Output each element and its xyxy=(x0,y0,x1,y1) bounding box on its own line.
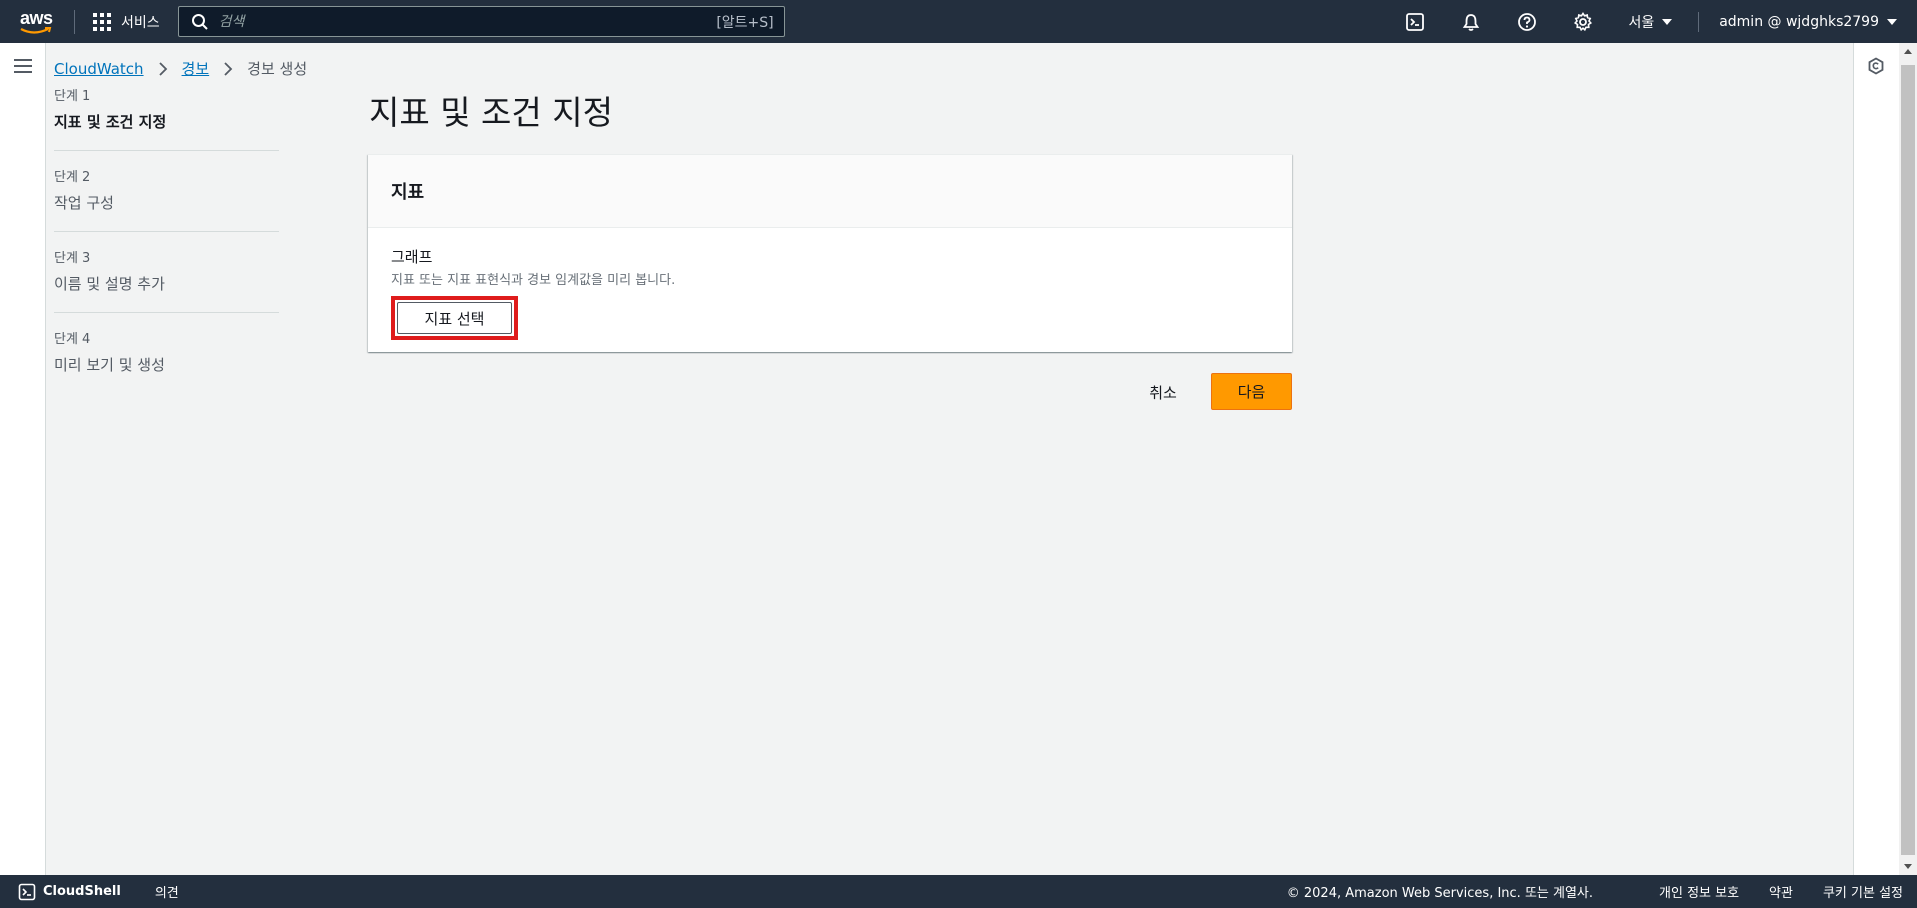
select-metric-button[interactable]: 지표 선택 xyxy=(397,302,512,334)
help-icon xyxy=(1518,12,1537,31)
graph-label: 그래프 xyxy=(391,248,433,266)
step-title: 이름 및 설명 추가 xyxy=(54,275,165,293)
footer: CloudShell 의견 © 2024, Amazon Web Service… xyxy=(0,875,1917,908)
step-number: 단계 4 xyxy=(54,332,91,347)
terminal-icon xyxy=(1406,12,1425,31)
wizard-step-4: 단계 4 미리 보기 및 생성 xyxy=(54,331,279,393)
panel-title: 지표 xyxy=(391,182,425,203)
caret-down-icon xyxy=(1887,18,1897,25)
terminal-icon xyxy=(18,883,36,900)
feedback-link[interactable]: 의견 xyxy=(155,882,179,901)
wizard-step-1[interactable]: 단계 1 지표 및 조건 지정 xyxy=(54,88,279,151)
search-bar[interactable]: [알트+S] xyxy=(177,6,785,37)
scrollbar-thumb[interactable] xyxy=(1901,65,1915,855)
aws-logo[interactable]: aws xyxy=(20,7,58,37)
search-shortcut-hint: [알트+S] xyxy=(716,14,774,31)
nav-divider xyxy=(1698,11,1700,32)
step-title: 작업 구성 xyxy=(54,194,114,212)
breadcrumb-current: 경보 생성 xyxy=(247,60,308,78)
nav-divider xyxy=(74,9,75,34)
help-button[interactable] xyxy=(1516,11,1538,33)
wizard-steps: 단계 1 지표 및 조건 지정 단계 2 작업 구성 단계 3 이름 및 설명 … xyxy=(54,88,279,411)
info-panel-icon[interactable] xyxy=(1867,57,1885,75)
step-title: 미리 보기 및 생성 xyxy=(54,356,165,374)
breadcrumb-link-cloudwatch[interactable]: CloudWatch xyxy=(54,60,144,78)
terms-link[interactable]: 약관 xyxy=(1769,882,1793,901)
notifications-button[interactable] xyxy=(1460,11,1482,33)
right-tools-rail xyxy=(1853,43,1899,875)
step-number: 단계 1 xyxy=(54,89,91,104)
services-grid-icon xyxy=(93,12,111,31)
region-label: 서울 xyxy=(1628,14,1655,31)
next-button[interactable]: 다음 xyxy=(1211,373,1292,410)
cloudshell-nav-button[interactable] xyxy=(1404,11,1426,33)
panel-body: 그래프 지표 또는 지표 표현식과 경보 임계값을 미리 봅니다. 지표 선택 xyxy=(368,228,1292,358)
step-number: 단계 2 xyxy=(54,170,91,185)
gear-icon xyxy=(1574,11,1593,31)
scroll-down-arrow-icon[interactable] xyxy=(1904,864,1912,869)
highlight-box: 지표 선택 xyxy=(391,296,518,340)
breadcrumb: CloudWatch 경보 경보 생성 xyxy=(54,58,307,79)
services-label: 서비스 xyxy=(121,14,160,31)
copyright-text: © 2024, Amazon Web Services, Inc. 또는 계열사… xyxy=(1286,886,1594,901)
metric-panel: 지표 그래프 지표 또는 지표 표현식과 경보 임계값을 미리 봅니다. 지표 … xyxy=(368,154,1292,352)
aws-logo-text: aws xyxy=(20,7,53,28)
cancel-button[interactable]: 취소 xyxy=(1130,374,1196,410)
caret-down-icon xyxy=(1662,18,1673,25)
top-navigation: aws 서비스 [알트+S] xyxy=(0,0,1917,43)
hamburger-menu-icon[interactable] xyxy=(14,59,32,73)
left-navigation-rail xyxy=(0,43,46,875)
chevron-right-icon xyxy=(158,61,167,76)
account-menu[interactable]: admin @ wjdghks2799 xyxy=(1719,14,1897,30)
page-scrollbar[interactable] xyxy=(1899,43,1917,875)
settings-button[interactable] xyxy=(1572,11,1594,33)
search-input[interactable] xyxy=(218,13,699,30)
step-number: 단계 3 xyxy=(54,251,91,266)
breadcrumb-link-alarms[interactable]: 경보 xyxy=(182,58,210,79)
cloudshell-label: CloudShell xyxy=(43,884,121,899)
aws-smile-icon xyxy=(20,26,52,34)
bell-icon xyxy=(1463,13,1480,31)
privacy-link[interactable]: 개인 정보 보호 xyxy=(1659,882,1739,901)
wizard-step-3: 단계 3 이름 및 설명 추가 xyxy=(54,250,279,313)
panel-header: 지표 xyxy=(368,155,1292,228)
step-title: 지표 및 조건 지정 xyxy=(54,113,167,131)
cloudshell-button[interactable]: CloudShell xyxy=(18,883,121,901)
services-menu-button[interactable]: 서비스 xyxy=(93,12,160,32)
search-icon xyxy=(191,13,208,30)
account-label: admin @ wjdghks2799 xyxy=(1719,13,1879,30)
chevron-right-icon xyxy=(224,61,233,76)
graph-description: 지표 또는 지표 표현식과 경보 임계값을 미리 봅니다. xyxy=(391,273,676,288)
page-title: 지표 및 조건 지정 xyxy=(369,93,613,132)
cookie-preferences-link[interactable]: 쿠키 기본 설정 xyxy=(1823,882,1903,901)
scroll-up-arrow-icon[interactable] xyxy=(1904,49,1912,54)
wizard-step-2: 단계 2 작업 구성 xyxy=(54,169,279,232)
region-selector[interactable]: 서울 xyxy=(1628,12,1673,32)
